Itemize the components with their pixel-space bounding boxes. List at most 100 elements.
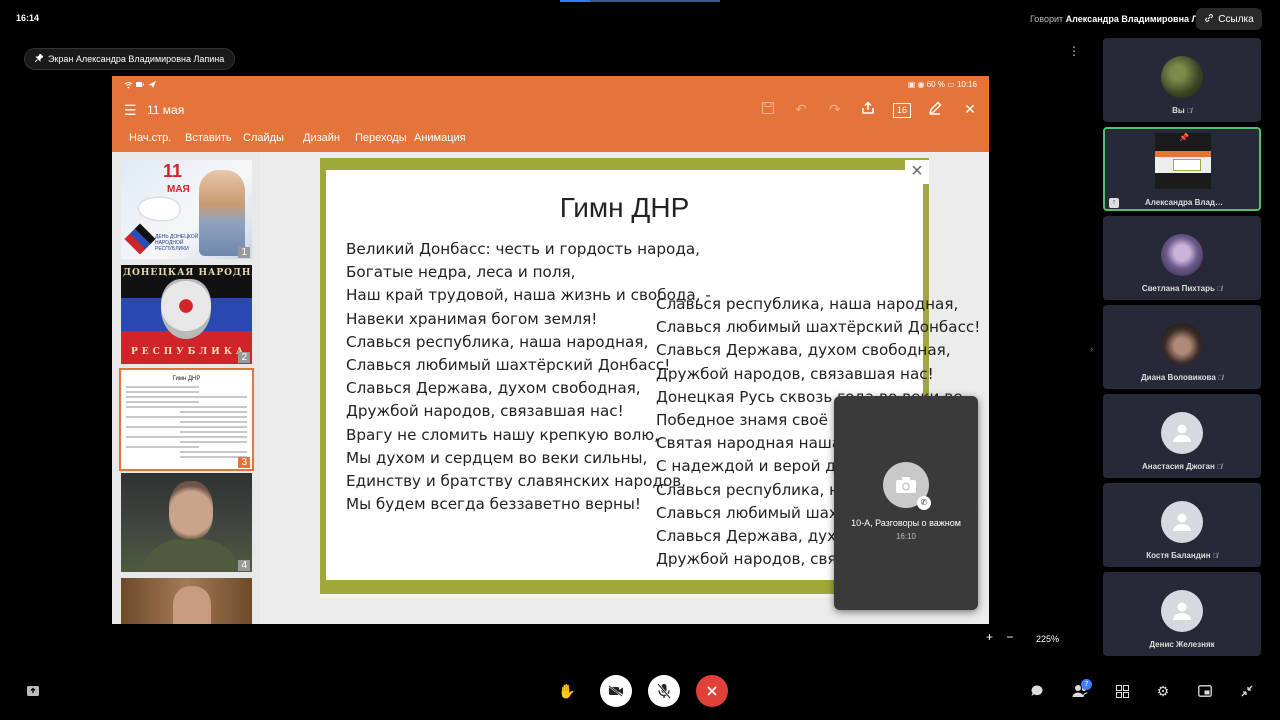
top-bar: 16:14 Говорит Александра Владимировна Л.… [0,0,1280,38]
thumb4-person-body [141,539,241,572]
pin-icon [34,53,44,64]
notification-time: 16:10 [895,532,917,541]
participant-tile[interactable]: Костя Баландин 🎙̸ [1103,483,1261,567]
thumb1-month: МАЯ [167,184,190,195]
status-icons-right: ▣ ◉ 60 % ▭ 10:16 [908,80,977,89]
participant-name: Анастасия Джоган 🎙̸ [1141,462,1223,471]
tab-slides[interactable]: Слайды [243,132,284,144]
user-placeholder-icon [1161,590,1203,632]
hamburger-menu-icon[interactable]: ☰ [124,102,137,119]
thumb-number: 1 [238,247,250,258]
chevron-right-icon[interactable]: › [1090,344,1093,355]
undo-icon[interactable]: ↶ [792,101,810,118]
redo-icon[interactable]: ↷ [826,101,844,118]
active-speaker: Говорит Александра Владимировна Л. [1030,14,1200,24]
pin-icon: 📌 [1179,133,1189,142]
user-placeholder-icon [1161,501,1203,543]
thumb1-child-image [199,170,245,256]
slide-thumb-3[interactable]: Гимн ДНР 3 [119,368,254,471]
slide-title: Гимн ДНР [559,192,690,223]
settings-gear-icon[interactable]: ⚙ [1154,682,1172,700]
screen-share-icon[interactable] [24,682,42,700]
thumb2-top-text: ДОНЕЦКАЯ НАРОДНАЯ [123,268,252,278]
screen-share-label[interactable]: Экран Александра Владимировна Лапина [24,48,236,70]
slide-thumb-2[interactable]: ДОНЕЦКАЯ НАРОДНАЯ РЕСПУБЛИКА 2 [121,265,252,364]
verse-line: Великий Донбасс: честь и гордость народа… [346,240,700,258]
thumb-number: 2 [238,352,250,363]
ribbon-tabs: Нач.стр. Вставить Слайды Дизайн Переходы… [112,126,989,152]
tab-insert[interactable]: Вставить [185,132,232,144]
thumb1-flag-emblem [124,223,156,255]
thumb3-title: Гимн ДНР [172,376,201,382]
end-call-button[interactable] [696,675,728,707]
camera-off-button[interactable] [600,675,632,707]
link-label: Ссылка [1218,13,1254,25]
tab-animation[interactable]: Анимация [414,132,466,144]
slide-count-icon[interactable]: 16 [893,103,911,118]
mic-muted-icon: 🎙̸ [1217,375,1224,382]
participant-tile[interactable]: Диана Воловикова 🎙̸ [1103,305,1261,389]
battery-icon: ▭ [947,80,957,89]
thumb5-person-face [173,586,211,624]
more-options-icon[interactable]: ⋮ [1068,44,1080,60]
participant-name: Александра Влад… [1145,198,1223,207]
share-icon[interactable] [859,101,877,118]
mic-muted-icon: 🎙̸ [1186,108,1192,115]
thumb1-dove-image [139,198,179,220]
picture-in-picture-icon[interactable] [1196,682,1214,700]
thumb1-caption: ДЕНЬ ДОНЕЦКОЙ НАРОДНОЙ РЕСПУБЛИКИ [155,234,199,252]
chat-icon[interactable] [1028,682,1046,700]
mic-muted-icon: 🎙̸ [1212,553,1218,560]
close-icon[interactable]: ✕ [961,101,979,118]
thumb2-bottom-text: РЕСПУБЛИКА [131,347,248,357]
battery-percent: 60 % [926,80,945,89]
participant-tile[interactable]: Вы 🎙̸ [1103,38,1261,122]
avatar [1161,234,1203,276]
thumb3-text-lines [126,386,247,461]
participant-name: Светлана Пихтарь 🎙̸ [1141,284,1223,293]
slide-thumb-4[interactable]: 4 [121,473,252,572]
zoom-in-button[interactable]: + [986,630,993,644]
participant-tile[interactable]: Светлана Пихтарь 🎙̸ [1103,216,1261,300]
raise-hand-icon[interactable]: ✋ [558,682,576,700]
coat-of-arms-image [161,279,211,339]
slide-close-icon[interactable]: × [905,160,929,184]
meeting-notification-card[interactable]: ✆ 10-А, Разговоры о важном 16:10 [834,396,978,610]
zoom-out-button[interactable]: − [1006,630,1013,644]
participants-count-badge: 7 [1081,679,1092,690]
save-icon[interactable] [759,101,777,118]
tablet-time: 10:16 [956,80,977,89]
participant-name: Костя Баландин 🎙̸ [1146,551,1218,560]
status-icons-left [124,80,158,91]
participant-tile[interactable]: Денис Железняк [1103,572,1261,656]
participant-name: Вы 🎙̸ [1172,106,1192,115]
user-placeholder-icon [1161,412,1203,454]
fullscreen-exit-icon[interactable] [1238,682,1256,700]
tab-design[interactable]: Дизайн [303,132,340,144]
participant-tile[interactable]: Анастасия Джоган 🎙̸ [1103,394,1261,478]
verse-line: Славься любимый шахтёрский Донбасс! [656,318,981,337]
screen-share-text: Экран Александра Владимировна Лапина [48,54,225,64]
participant-name: Диана Воловикова 🎙̸ [1140,373,1224,382]
notification-title: 10-А, Разговоры о важном [851,518,961,528]
verse-line: Славься Держава, духом свободная, [656,341,951,360]
tab-transitions[interactable]: Переходы [355,132,407,144]
mic-off-button[interactable] [648,675,680,707]
tab-home[interactable]: Нач.стр. [129,132,171,144]
tablet-status-bar: ▣ ◉ 60 % ▭ 10:16 [112,76,989,94]
document-title[interactable]: 11 мая [147,103,184,117]
participant-name: Денис Железняк [1149,640,1215,649]
grid-layout-icon[interactable] [1113,682,1131,700]
zoom-controls: + − [986,630,1013,644]
top-progress-accent [560,0,590,2]
zoom-level: 225% [1036,634,1060,644]
verse-line: Дружбой народов, связавшая нас! [656,364,934,383]
link-button[interactable]: Ссылка [1196,8,1262,30]
avatar [1161,56,1203,98]
edit-pen-icon[interactable] [926,101,944,118]
participant-tile-pinned[interactable]: 📌 ↑ Александра Влад… [1103,127,1261,211]
slide-thumb-1[interactable]: 11 МАЯ ДЕНЬ ДОНЕЦКОЙ НАРОДНОЙ РЕСПУБЛИКИ… [121,160,252,259]
slide-thumb-5[interactable] [121,578,252,624]
mic-muted-icon: 🎙̸ [1216,286,1223,293]
app-toolbar: ☰ 11 мая ↶ ↷ 16 ✕ [112,94,989,126]
